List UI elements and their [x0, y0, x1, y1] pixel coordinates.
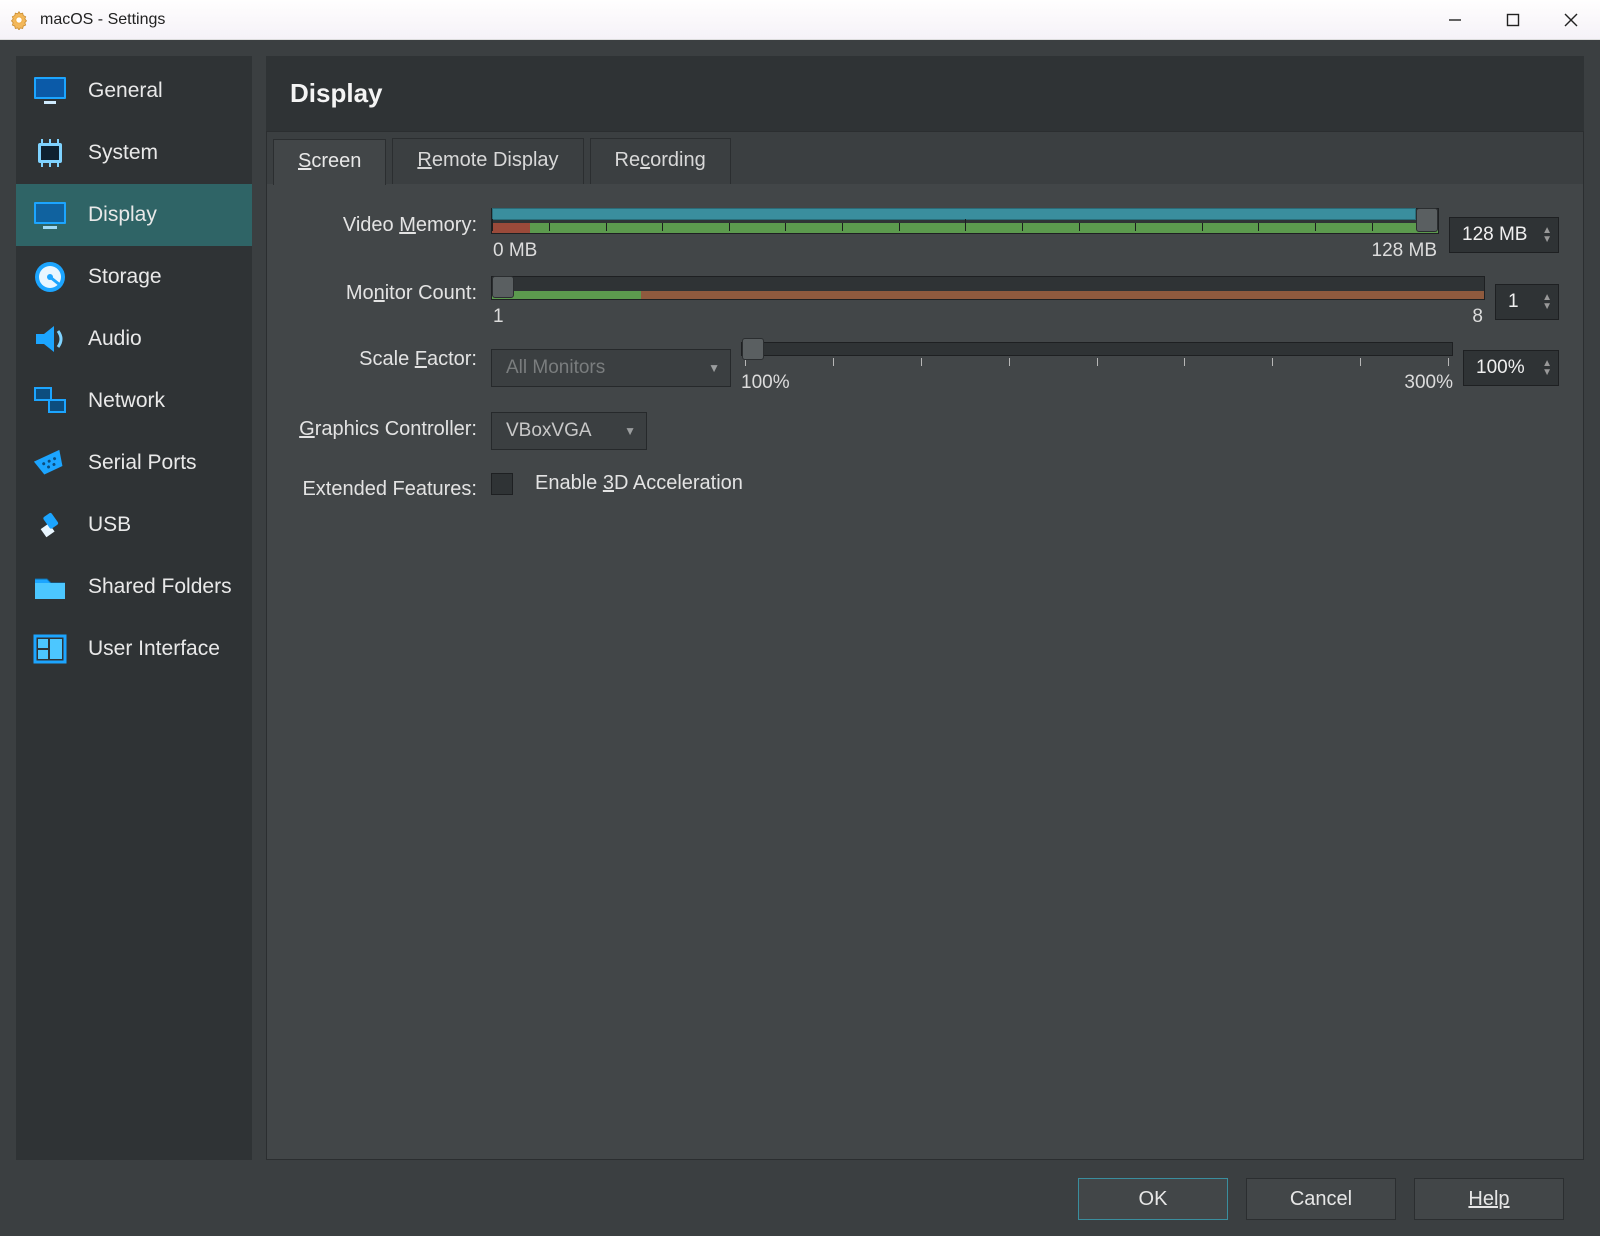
disk-icon — [28, 255, 72, 299]
scale-factor-slider[interactable] — [741, 342, 1453, 356]
sidebar-item-label: Display — [88, 203, 157, 227]
video-memory-value[interactable]: 128 MB ▲▼ — [1449, 217, 1559, 253]
close-button[interactable] — [1542, 0, 1600, 40]
video-memory-max: 128 MB — [1372, 240, 1437, 262]
sidebar-item-usb[interactable]: USB — [16, 494, 252, 556]
settings-sidebar: General System Display — [16, 56, 252, 1160]
monitor-count-slider[interactable] — [491, 276, 1485, 300]
scale-factor-max: 300% — [1404, 372, 1453, 394]
sidebar-item-storage[interactable]: Storage — [16, 246, 252, 308]
chevron-down-icon: ▼ — [708, 361, 720, 375]
sidebar-item-label: General — [88, 79, 163, 103]
window-title: macOS - Settings — [40, 11, 165, 29]
maximize-button[interactable] — [1484, 0, 1542, 40]
sidebar-item-network[interactable]: Network — [16, 370, 252, 432]
monitor-count-max: 8 — [1472, 306, 1483, 328]
dialog-button-bar: OK Cancel Help — [16, 1160, 1584, 1236]
sidebar-item-label: Shared Folders — [88, 575, 232, 599]
page-title: Display — [290, 78, 1560, 109]
sidebar-item-user-interface[interactable]: User Interface — [16, 618, 252, 680]
network-icon — [28, 379, 72, 423]
folder-icon — [28, 565, 72, 609]
ui-layout-icon — [28, 627, 72, 671]
chevron-down-icon: ▼ — [624, 424, 636, 438]
slider-handle[interactable] — [742, 338, 764, 360]
usb-icon — [28, 503, 72, 547]
video-memory-label: Video Memory: — [291, 208, 491, 237]
extended-features-label: Extended Features: — [291, 472, 491, 501]
slider-handle[interactable] — [492, 276, 514, 298]
sidebar-item-label: USB — [88, 513, 131, 537]
speaker-icon — [28, 317, 72, 361]
tab-bar: Screen Remote Display Recording — [267, 132, 1583, 184]
chip-icon — [28, 131, 72, 175]
sidebar-item-label: Serial Ports — [88, 451, 197, 475]
monitor-icon — [28, 69, 72, 113]
sidebar-item-display[interactable]: Display — [16, 184, 252, 246]
monitor-count-value[interactable]: 1 ▲▼ — [1495, 284, 1559, 320]
ok-button[interactable]: OK — [1078, 1178, 1228, 1220]
sidebar-item-label: System — [88, 141, 158, 165]
monitor-count-min: 1 — [493, 306, 504, 328]
minimize-button[interactable] — [1426, 0, 1484, 40]
sidebar-item-general[interactable]: General — [16, 60, 252, 122]
cancel-button[interactable]: Cancel — [1246, 1178, 1396, 1220]
scale-factor-monitor-select[interactable]: All Monitors ▼ — [491, 349, 731, 387]
tab-screen[interactable]: Screen — [273, 139, 386, 185]
display-icon — [28, 193, 72, 237]
scale-factor-min: 100% — [741, 372, 790, 394]
sidebar-item-shared-folders[interactable]: Shared Folders — [16, 556, 252, 618]
video-memory-slider[interactable] — [491, 208, 1439, 234]
graphics-controller-select[interactable]: VBoxVGA ▼ — [491, 412, 647, 450]
gear-icon — [8, 9, 30, 31]
enable-3d-label: Enable 3D Acceleration — [535, 472, 743, 495]
sidebar-item-system[interactable]: System — [16, 122, 252, 184]
sidebar-item-label: Storage — [88, 265, 162, 289]
monitor-count-label: Monitor Count: — [291, 276, 491, 305]
spin-arrows[interactable]: ▲▼ — [1542, 226, 1552, 244]
sidebar-item-label: Network — [88, 389, 165, 413]
enable-3d-checkbox[interactable] — [491, 473, 513, 495]
sidebar-item-label: Audio — [88, 327, 142, 351]
graphics-controller-label: Graphics Controller: — [291, 412, 491, 441]
tab-recording[interactable]: Recording — [590, 138, 731, 184]
spin-arrows[interactable]: ▲▼ — [1542, 293, 1552, 311]
pane-header: Display — [266, 56, 1584, 131]
sidebar-item-serial-ports[interactable]: Serial Ports — [16, 432, 252, 494]
scale-factor-value[interactable]: 100% ▲▼ — [1463, 350, 1559, 386]
serial-port-icon — [28, 441, 72, 485]
sidebar-item-audio[interactable]: Audio — [16, 308, 252, 370]
help-button[interactable]: Help — [1414, 1178, 1564, 1220]
spin-arrows[interactable]: ▲▼ — [1542, 359, 1552, 377]
tab-remote-display[interactable]: Remote Display — [392, 138, 583, 184]
sidebar-item-label: User Interface — [88, 637, 220, 661]
titlebar: macOS - Settings — [0, 0, 1600, 40]
video-memory-min: 0 MB — [493, 240, 537, 262]
scale-factor-label: Scale Factor: — [291, 342, 491, 371]
slider-handle[interactable] — [1416, 208, 1438, 232]
